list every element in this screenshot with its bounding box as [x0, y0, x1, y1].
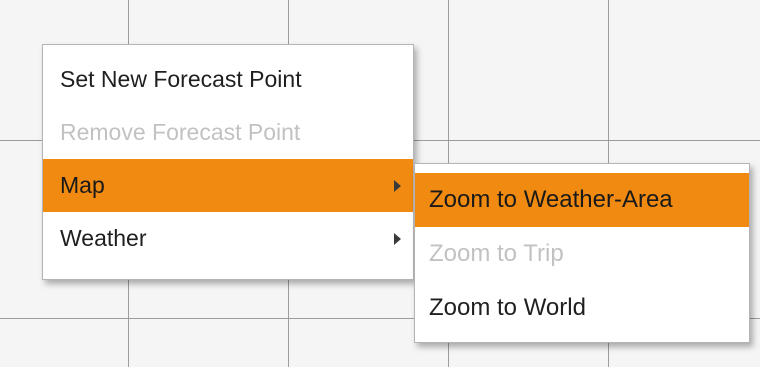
menu-item-set-new-forecast-point[interactable]: Set New Forecast Point [43, 53, 413, 106]
submenu-item-zoom-to-trip: Zoom to Trip [415, 227, 749, 281]
submenu-item-zoom-to-weather-area[interactable]: Zoom to Weather-Area [415, 173, 749, 227]
menu-item-label: Remove Forecast Point [60, 119, 301, 145]
menu-item-label: Set New Forecast Point [60, 66, 302, 92]
chevron-right-icon [394, 179, 401, 192]
menu-item-remove-forecast-point: Remove Forecast Point [43, 106, 413, 159]
submenu-item-zoom-to-world[interactable]: Zoom to World [415, 281, 749, 335]
menu-item-map[interactable]: Map [43, 159, 413, 212]
menu-item-label: Zoom to World [429, 294, 586, 321]
menu-item-label: Weather [60, 225, 147, 251]
menu-item-label: Map [60, 172, 105, 198]
menu-item-label: Zoom to Trip [429, 240, 564, 267]
context-menu: Set New Forecast Point Remove Forecast P… [42, 44, 414, 280]
chevron-right-icon [394, 232, 401, 245]
menu-item-weather[interactable]: Weather [43, 212, 413, 265]
map-submenu: Zoom to Weather-Area Zoom to Trip Zoom t… [414, 163, 750, 343]
menu-item-label: Zoom to Weather-Area [429, 186, 673, 213]
